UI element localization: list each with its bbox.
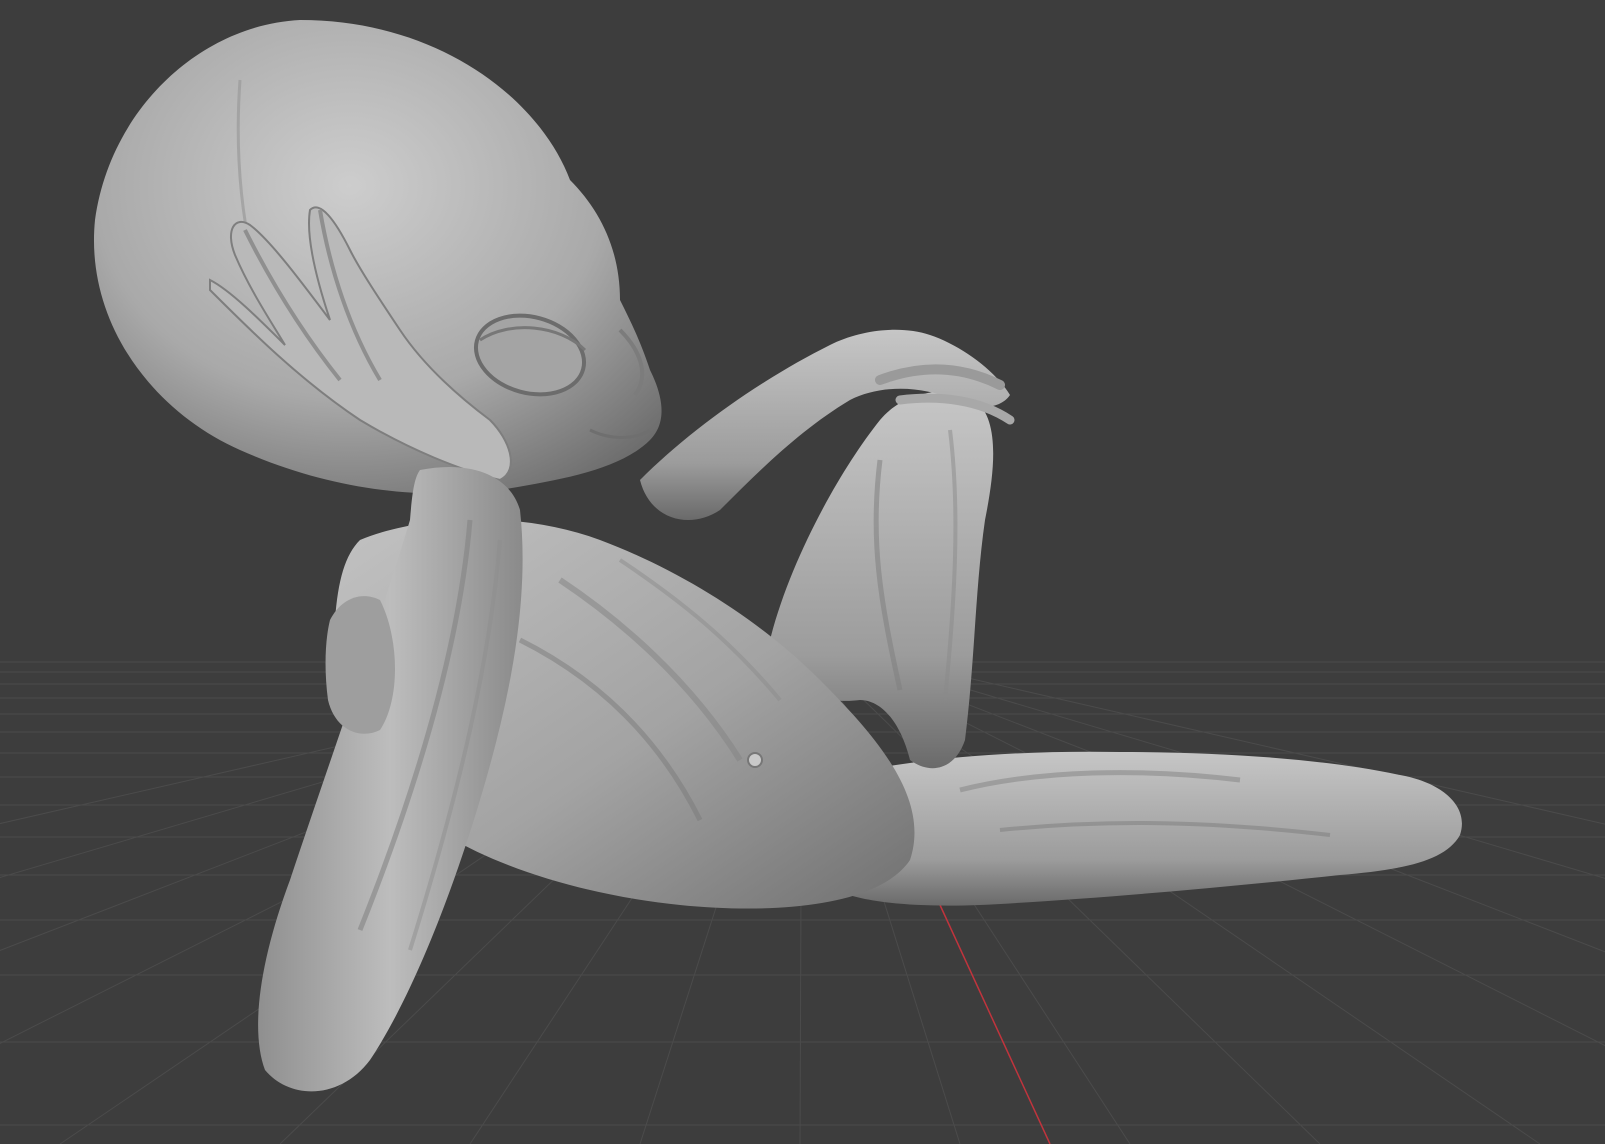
back-shoulder [325,596,395,734]
3d-viewport[interactable] [0,0,1605,1144]
viewport-canvas[interactable] [0,0,1605,1144]
alien-sculpt-model[interactable] [93,20,1462,1092]
x-axis-line [939,904,1051,1144]
